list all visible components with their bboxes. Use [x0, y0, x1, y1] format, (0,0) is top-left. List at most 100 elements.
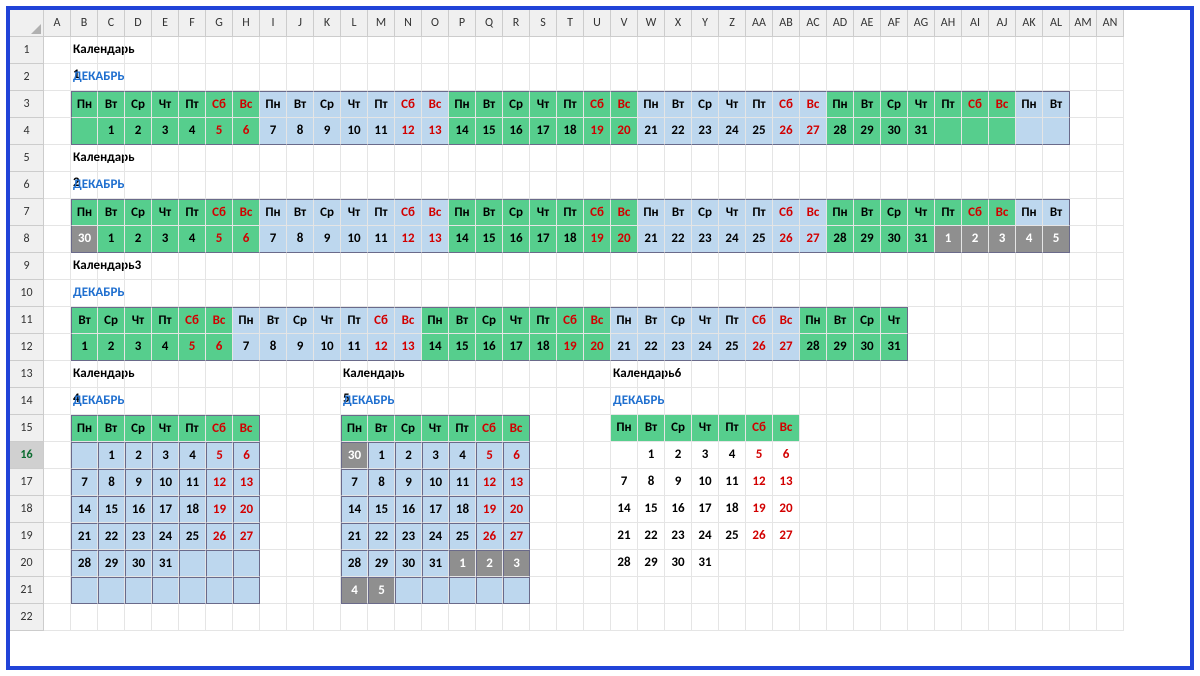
cell[interactable]	[989, 523, 1016, 550]
day-number[interactable]: 13	[233, 469, 260, 496]
cell[interactable]	[692, 253, 719, 280]
cell[interactable]	[1097, 226, 1124, 253]
day-number[interactable]: 31	[908, 226, 935, 253]
cell[interactable]	[989, 388, 1016, 415]
day-number[interactable]: 26	[773, 226, 800, 253]
day-number[interactable]: 3	[692, 442, 719, 469]
cell[interactable]	[1070, 91, 1097, 118]
cell[interactable]	[1070, 469, 1097, 496]
cell[interactable]	[854, 496, 881, 523]
cell[interactable]	[530, 523, 557, 550]
cell[interactable]	[746, 577, 773, 604]
column-header[interactable]: T	[557, 10, 584, 37]
cell[interactable]	[773, 280, 800, 307]
day-header[interactable]: Вс	[206, 307, 233, 334]
day-number[interactable]: 22	[665, 226, 692, 253]
cell[interactable]	[179, 145, 206, 172]
day-header[interactable]: Ср	[854, 307, 881, 334]
cell[interactable]	[746, 604, 773, 631]
cell[interactable]	[1070, 253, 1097, 280]
day-header[interactable]: Пт	[449, 415, 476, 442]
day-number[interactable]: 7	[260, 118, 287, 145]
cell[interactable]	[773, 604, 800, 631]
day-header[interactable]: Сб	[395, 91, 422, 118]
cell[interactable]	[1043, 64, 1070, 91]
day-number[interactable]: 19	[557, 334, 584, 361]
cell[interactable]	[665, 361, 692, 388]
column-header[interactable]: X	[665, 10, 692, 37]
day-number[interactable]: 19	[206, 496, 233, 523]
cell[interactable]	[152, 172, 179, 199]
day-header[interactable]: Пт	[179, 91, 206, 118]
day-header[interactable]: Вс	[422, 91, 449, 118]
cell[interactable]	[44, 604, 71, 631]
row-header[interactable]: 18	[10, 496, 44, 523]
cell[interactable]	[125, 361, 152, 388]
cell[interactable]	[314, 496, 341, 523]
day-header[interactable]: Ср	[314, 199, 341, 226]
day-number[interactable]: 30	[341, 442, 368, 469]
cell[interactable]	[395, 280, 422, 307]
day-number[interactable]: 13	[503, 469, 530, 496]
day-number[interactable]: 25	[719, 523, 746, 550]
day-number[interactable]	[503, 577, 530, 604]
day-header[interactable]: Сб	[773, 91, 800, 118]
column-header[interactable]: AI	[962, 10, 989, 37]
day-header[interactable]: Пн	[611, 415, 638, 442]
cell[interactable]	[665, 388, 692, 415]
cell[interactable]	[1097, 280, 1124, 307]
day-number[interactable]: 8	[287, 118, 314, 145]
day-number[interactable]: 9	[314, 118, 341, 145]
column-header[interactable]: AK	[1016, 10, 1043, 37]
day-number[interactable]: 4	[449, 442, 476, 469]
day-number[interactable]: 29	[368, 550, 395, 577]
cell[interactable]	[962, 307, 989, 334]
day-header[interactable]: Пн	[827, 91, 854, 118]
day-number[interactable]	[773, 550, 800, 577]
cell[interactable]	[908, 253, 935, 280]
cell[interactable]	[503, 604, 530, 631]
day-number[interactable]	[962, 118, 989, 145]
day-header[interactable]: Сб	[962, 91, 989, 118]
cell[interactable]	[422, 64, 449, 91]
day-header[interactable]: Вт	[287, 91, 314, 118]
row-header[interactable]: 14	[10, 388, 44, 415]
cell[interactable]	[206, 253, 233, 280]
cell[interactable]	[557, 415, 584, 442]
cell[interactable]	[989, 64, 1016, 91]
cell[interactable]	[719, 172, 746, 199]
cell[interactable]	[989, 442, 1016, 469]
day-number[interactable]: 8	[368, 469, 395, 496]
day-number[interactable]: 6	[773, 442, 800, 469]
cell[interactable]	[260, 604, 287, 631]
day-header[interactable]: Пт	[719, 307, 746, 334]
cell[interactable]	[1070, 415, 1097, 442]
cell[interactable]	[935, 307, 962, 334]
cell[interactable]	[44, 37, 71, 64]
day-number[interactable]: 24	[422, 523, 449, 550]
cell[interactable]	[854, 523, 881, 550]
column-header[interactable]: Z	[719, 10, 746, 37]
cell[interactable]	[719, 388, 746, 415]
cell[interactable]	[1097, 91, 1124, 118]
cell[interactable]	[1043, 442, 1070, 469]
cell[interactable]	[260, 37, 287, 64]
cell[interactable]	[827, 145, 854, 172]
cell[interactable]	[287, 577, 314, 604]
day-number[interactable]: 4	[719, 442, 746, 469]
cell[interactable]	[584, 550, 611, 577]
cell[interactable]	[206, 145, 233, 172]
day-number[interactable]: 16	[125, 496, 152, 523]
cell[interactable]	[881, 388, 908, 415]
cell[interactable]	[1043, 604, 1070, 631]
day-header[interactable]: Вс	[989, 91, 1016, 118]
cell[interactable]	[1016, 415, 1043, 442]
cell[interactable]	[962, 577, 989, 604]
cell[interactable]	[341, 253, 368, 280]
cell[interactable]	[1070, 496, 1097, 523]
day-number[interactable]	[206, 577, 233, 604]
cell[interactable]	[314, 604, 341, 631]
day-number[interactable]: 22	[638, 334, 665, 361]
cell[interactable]	[1097, 64, 1124, 91]
day-header[interactable]: Пн	[800, 307, 827, 334]
